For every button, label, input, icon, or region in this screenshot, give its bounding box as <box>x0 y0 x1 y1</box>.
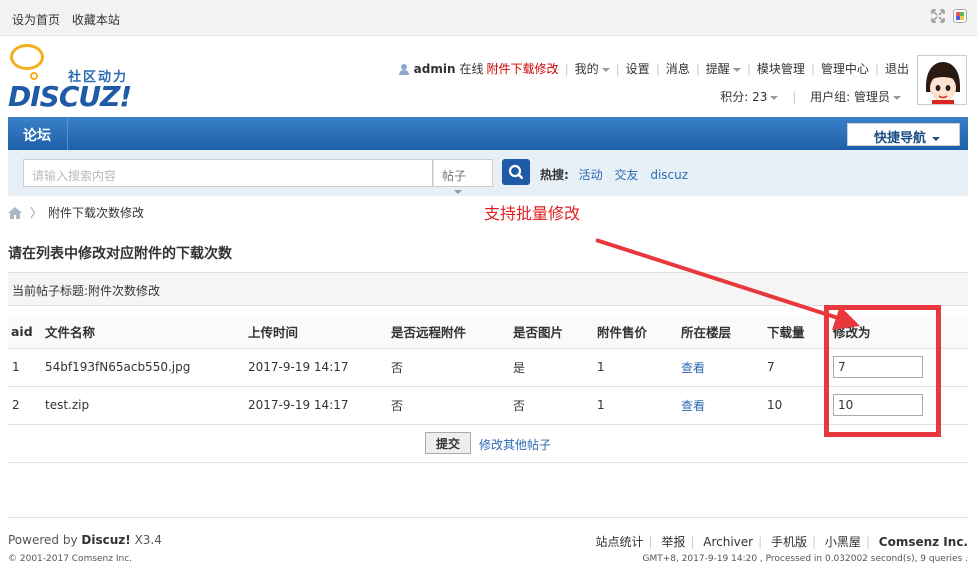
chevron-down-icon <box>770 95 779 100</box>
chevron-down-icon <box>893 95 901 100</box>
search-input[interactable]: 请输入搜索内容 <box>23 159 433 187</box>
user-icon <box>398 63 409 75</box>
footer-link-archiver[interactable]: Archiver <box>703 535 753 549</box>
user-bar: admin 在线 附件下载修改 | 我的 | 设置 | 消息 | 提醒 | 模块… <box>398 60 909 77</box>
cell-filename: 54bf193fN65acb550.jpg <box>45 348 248 387</box>
menu-admin-center[interactable]: 管理中心 <box>821 60 869 77</box>
chevron-down-icon <box>732 67 741 72</box>
home-icon[interactable] <box>8 206 22 219</box>
footer-links: 站点统计 | 举报 | Archiver | 手机版 | 小黑屋 | Comsenz In… <box>595 535 968 549</box>
top-icons <box>931 9 967 23</box>
cell-is-image: 否 <box>513 386 597 425</box>
color-palette-icon[interactable] <box>953 9 967 23</box>
cell-aid: 1 <box>8 348 45 387</box>
cell-remote: 否 <box>391 386 513 425</box>
footer-company-link[interactable]: Comsenz Inc. <box>879 535 968 549</box>
top-links: 设为首页 收藏本站 <box>12 11 128 28</box>
col-upload-time: 上传时间 <box>248 316 391 349</box>
avatar[interactable] <box>917 55 967 105</box>
menu-reminders[interactable]: 提醒 <box>706 60 741 77</box>
plugin-link[interactable]: 附件下载修改 <box>487 60 559 77</box>
footer-link-stats[interactable]: 站点统计 <box>595 535 643 549</box>
chevron-down-icon <box>932 136 941 141</box>
credits-link[interactable]: 积分: 23 <box>720 90 779 104</box>
menu-my[interactable]: 我的 <box>575 60 610 77</box>
menu-settings[interactable]: 设置 <box>626 60 650 77</box>
footer-link-mobile[interactable]: 手机版 <box>771 535 807 549</box>
logo-bubble-small-icon <box>30 72 38 80</box>
username-link[interactable]: admin <box>414 62 456 76</box>
view-floor-link[interactable]: 查看 <box>681 399 705 413</box>
processing-info: GMT+8, 2017-9-19 14:20 , Processed in 0.… <box>642 554 968 564</box>
thread-title-box: 当前帖子标题:附件次数修改 <box>8 272 968 306</box>
edit-other-thread-link[interactable]: 修改其他帖子 <box>479 436 551 453</box>
hot-search-label: 热搜: <box>540 168 569 182</box>
breadcrumb: 〉 附件下载次数修改 <box>8 204 144 221</box>
hot-term[interactable]: 交友 <box>614 168 638 182</box>
col-remote: 是否远程附件 <box>391 316 513 349</box>
submit-button[interactable]: 提交 <box>425 432 471 454</box>
search-button[interactable] <box>502 159 530 185</box>
cell-price: 1 <box>597 348 681 387</box>
bookmark-link[interactable]: 收藏本站 <box>72 13 120 27</box>
chevron-down-icon <box>601 67 610 72</box>
usergroup-link[interactable]: 用户组: 管理员 <box>810 90 901 104</box>
menu-logout[interactable]: 退出 <box>885 60 909 77</box>
fullscreen-icon[interactable] <box>931 9 945 23</box>
online-status[interactable]: 在线 <box>460 60 484 77</box>
hot-search: 热搜: 活动 交友 discuz <box>540 166 696 183</box>
logo-brand: DISCUZ! <box>8 80 132 113</box>
col-floor: 所在楼层 <box>681 316 767 349</box>
discuz-link[interactable]: Discuz! <box>81 533 130 547</box>
avatar-face-icon <box>918 56 966 104</box>
copyright: © 2001-2017 Comsenz Inc. <box>8 554 133 564</box>
cell-floor: 查看 <box>681 348 767 387</box>
site-logo[interactable]: 社区动力 DISCUZ! <box>8 42 148 113</box>
main-nav: 论坛 快捷导航 <box>8 117 968 150</box>
footer: Powered by Discuz! X3.4 © 2001-2017 Coms… <box>8 517 968 564</box>
menu-module-manage[interactable]: 模块管理 <box>757 60 805 77</box>
footer-link-report[interactable]: 举报 <box>661 535 685 549</box>
nav-forum-tab[interactable]: 论坛 <box>8 117 68 150</box>
user-stats: 积分: 23 | 用户组: 管理员 <box>720 88 901 105</box>
col-price: 附件售价 <box>597 316 681 349</box>
top-bar: 设为首页 收藏本站 <box>0 0 977 36</box>
quick-nav-button[interactable]: 快捷导航 <box>847 123 960 146</box>
cell-filename: test.zip <box>45 386 248 425</box>
footer-link-blacklist[interactable]: 小黑屋 <box>825 535 861 549</box>
search-icon <box>508 164 524 180</box>
breadcrumb-current[interactable]: 附件下载次数修改 <box>48 204 144 221</box>
col-aid: aid <box>8 316 45 349</box>
cell-upload-time: 2017-9-19 14:17 <box>248 386 391 425</box>
hot-term[interactable]: 活动 <box>579 168 603 182</box>
cell-floor: 查看 <box>681 386 767 425</box>
powered-by: Powered by Discuz! X3.4 <box>8 533 162 547</box>
cell-remote: 否 <box>391 348 513 387</box>
cell-aid: 2 <box>8 386 45 425</box>
menu-messages[interactable]: 消息 <box>666 60 690 77</box>
view-floor-link[interactable]: 查看 <box>681 361 705 375</box>
col-is-image: 是否图片 <box>513 316 597 349</box>
chevron-down-icon <box>454 189 462 194</box>
search-type-select[interactable]: 帖子 <box>433 159 493 194</box>
search-row: 请输入搜索内容 帖子 热搜: 活动 交友 discuz <box>8 150 968 196</box>
cell-price: 1 <box>597 386 681 425</box>
cell-upload-time: 2017-9-19 14:17 <box>248 348 391 387</box>
hot-term[interactable]: discuz <box>650 168 688 182</box>
logo-bubble-icon <box>10 44 44 70</box>
col-filename: 文件名称 <box>45 316 248 349</box>
cell-is-image: 是 <box>513 348 597 387</box>
annotation-highlight-box <box>824 305 941 437</box>
set-home-link[interactable]: 设为首页 <box>12 13 60 27</box>
annotation-text: 支持批量修改 <box>484 204 581 223</box>
page-title: 请在列表中修改对应附件的下载次数 <box>8 246 232 262</box>
breadcrumb-separator-icon: 〉 <box>30 206 43 220</box>
